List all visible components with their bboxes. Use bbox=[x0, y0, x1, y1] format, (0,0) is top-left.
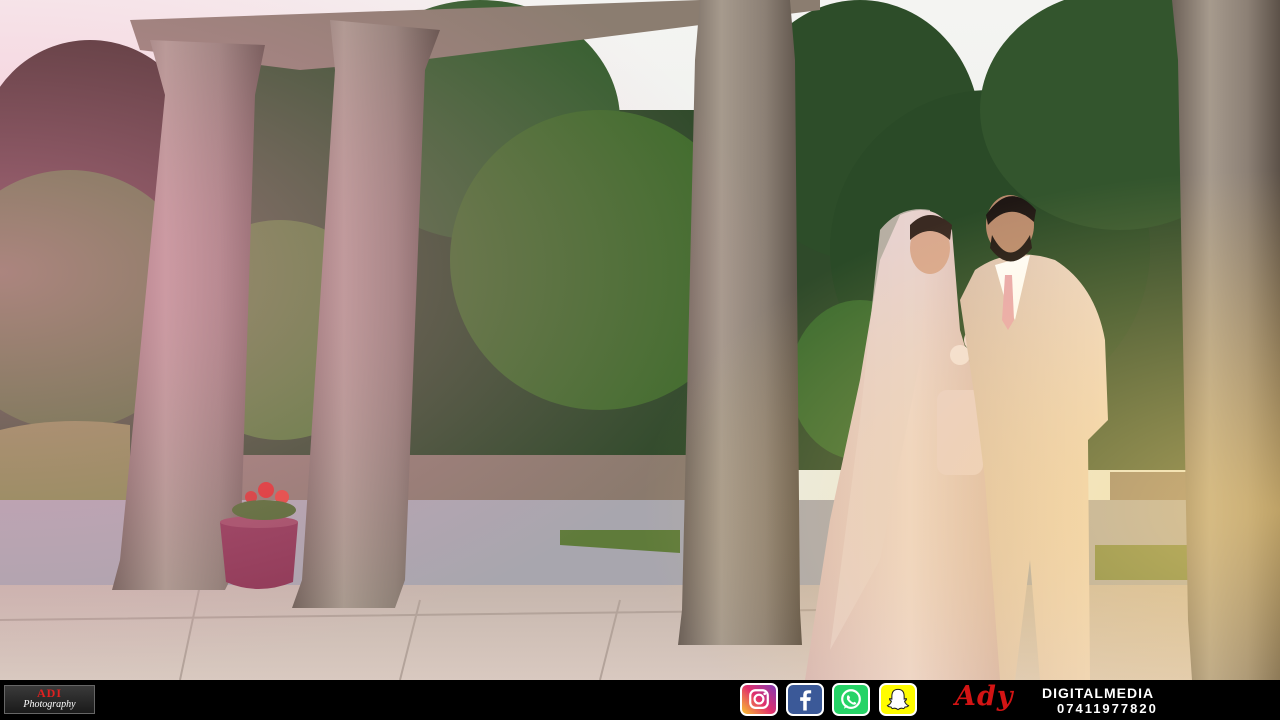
logo-line-2: Photography bbox=[23, 699, 76, 710]
logo-line-1: ADI bbox=[36, 686, 62, 700]
brand-name: DIGITALMEDIA bbox=[1042, 685, 1155, 701]
wedding-photo bbox=[0, 0, 1280, 680]
instagram-icon bbox=[740, 683, 778, 716]
phone-number: 07411977820 bbox=[1057, 701, 1158, 716]
ady-brand-mark: Ady bbox=[955, 681, 1014, 712]
whatsapp-icon bbox=[832, 683, 870, 716]
facebook-icon bbox=[786, 683, 824, 716]
video-frame: ADI Photography Ady DIGITALMEDIA 0741197… bbox=[0, 0, 1280, 720]
snapchat-icon bbox=[879, 683, 917, 716]
adi-photography-logo: ADI Photography bbox=[4, 685, 95, 714]
